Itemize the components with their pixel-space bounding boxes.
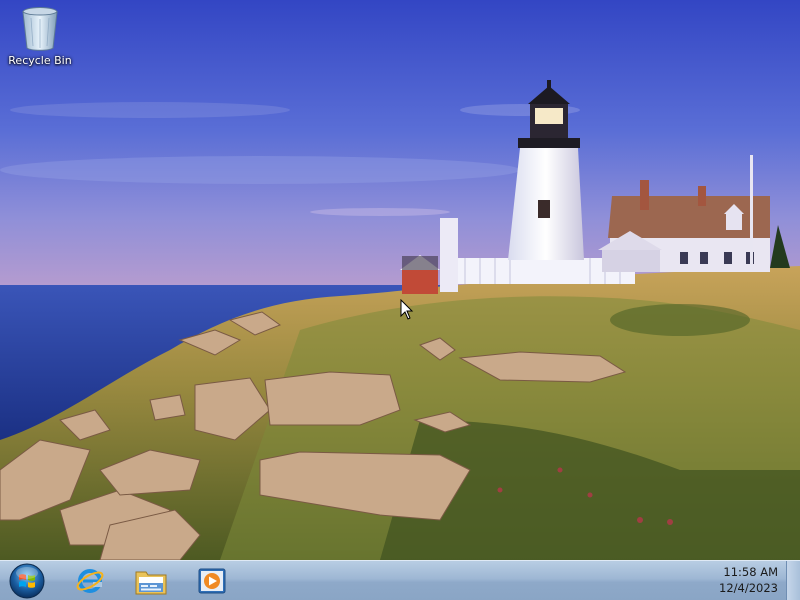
clock-date: 12/4/2023: [719, 581, 778, 595]
recycle-bin-label: Recycle Bin: [8, 54, 72, 67]
recycle-bin-icon: [22, 7, 58, 51]
desktop: Recycle Bin 11:58 AM 12/4/2023: [0, 0, 800, 600]
media-player-icon: [198, 568, 226, 594]
clock-time: 11:58 AM: [723, 565, 778, 579]
internet-explorer-icon: [76, 569, 104, 593]
taskbar-clock[interactable]: 11:58 AM 12/4/2023: [698, 564, 778, 598]
taskbar-pin-media-player[interactable]: [184, 561, 240, 600]
recycle-bin-shortcut[interactable]: Recycle Bin: [4, 6, 76, 76]
start-button[interactable]: [0, 561, 54, 600]
taskbar-pin-windows-explorer[interactable]: [123, 561, 179, 600]
taskbar: 11:58 AM 12/4/2023: [0, 560, 800, 600]
windows-orb-icon: [9, 563, 45, 599]
taskbar-pin-internet-explorer[interactable]: [62, 561, 118, 600]
show-desktop-button[interactable]: [786, 561, 800, 600]
mouse-pointer-icon: [400, 299, 414, 320]
windows-explorer-icon: [135, 571, 167, 595]
